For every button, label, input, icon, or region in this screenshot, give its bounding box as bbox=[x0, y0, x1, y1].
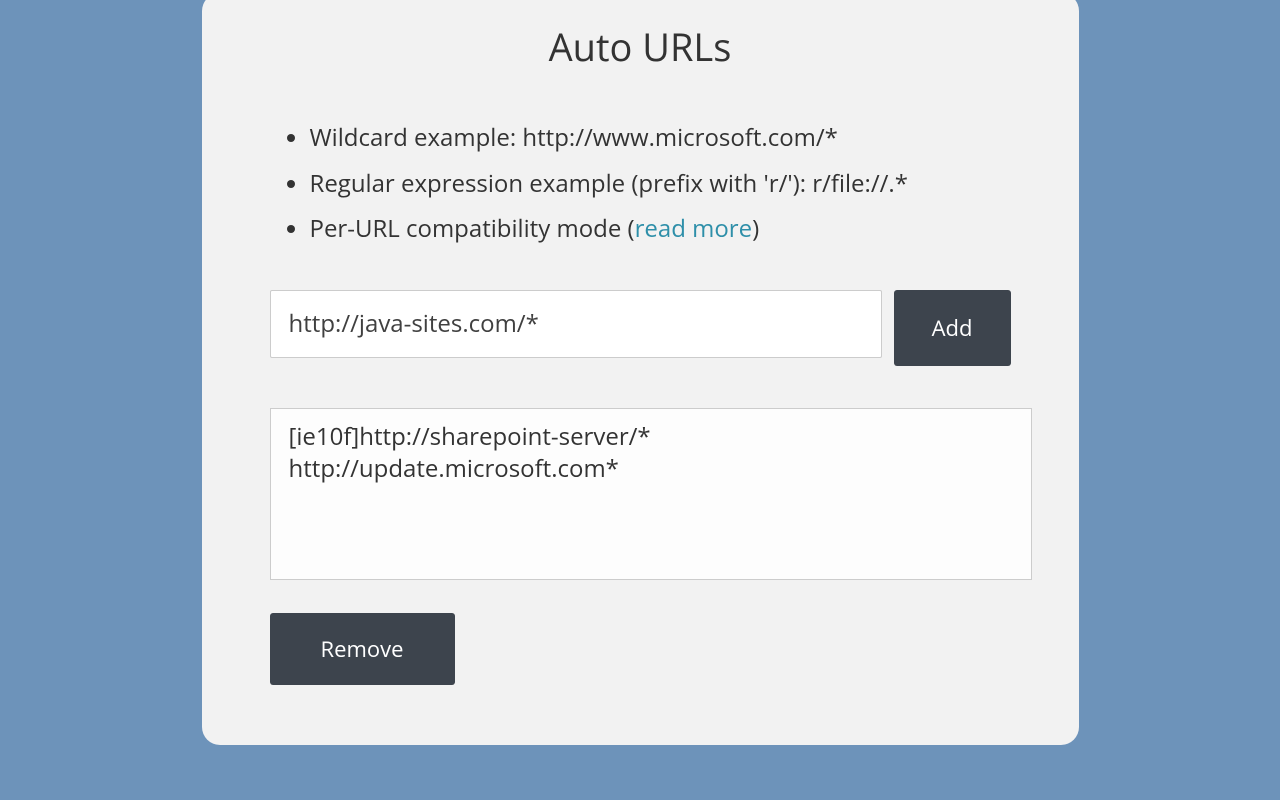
help-list: Wildcard example: http://www.microsoft.c… bbox=[270, 115, 1011, 252]
add-button[interactable]: Add bbox=[894, 290, 1011, 366]
read-more-link[interactable]: read more bbox=[635, 212, 752, 245]
url-input[interactable] bbox=[270, 290, 882, 358]
help-wildcard: Wildcard example: http://www.microsoft.c… bbox=[310, 115, 1011, 161]
url-list-textarea[interactable] bbox=[270, 408, 1032, 580]
add-url-row: Add bbox=[270, 290, 1011, 366]
help-compat: Per-URL compatibility mode (read more) bbox=[310, 206, 1011, 252]
help-regex: Regular expression example (prefix with … bbox=[310, 161, 1011, 207]
help-compat-suffix: ) bbox=[752, 212, 759, 245]
remove-button[interactable]: Remove bbox=[270, 613, 455, 685]
auto-urls-card: Auto URLs Wildcard example: http://www.m… bbox=[202, 0, 1079, 745]
page-title: Auto URLs bbox=[270, 21, 1011, 73]
help-compat-prefix: Per-URL compatibility mode ( bbox=[310, 212, 635, 245]
